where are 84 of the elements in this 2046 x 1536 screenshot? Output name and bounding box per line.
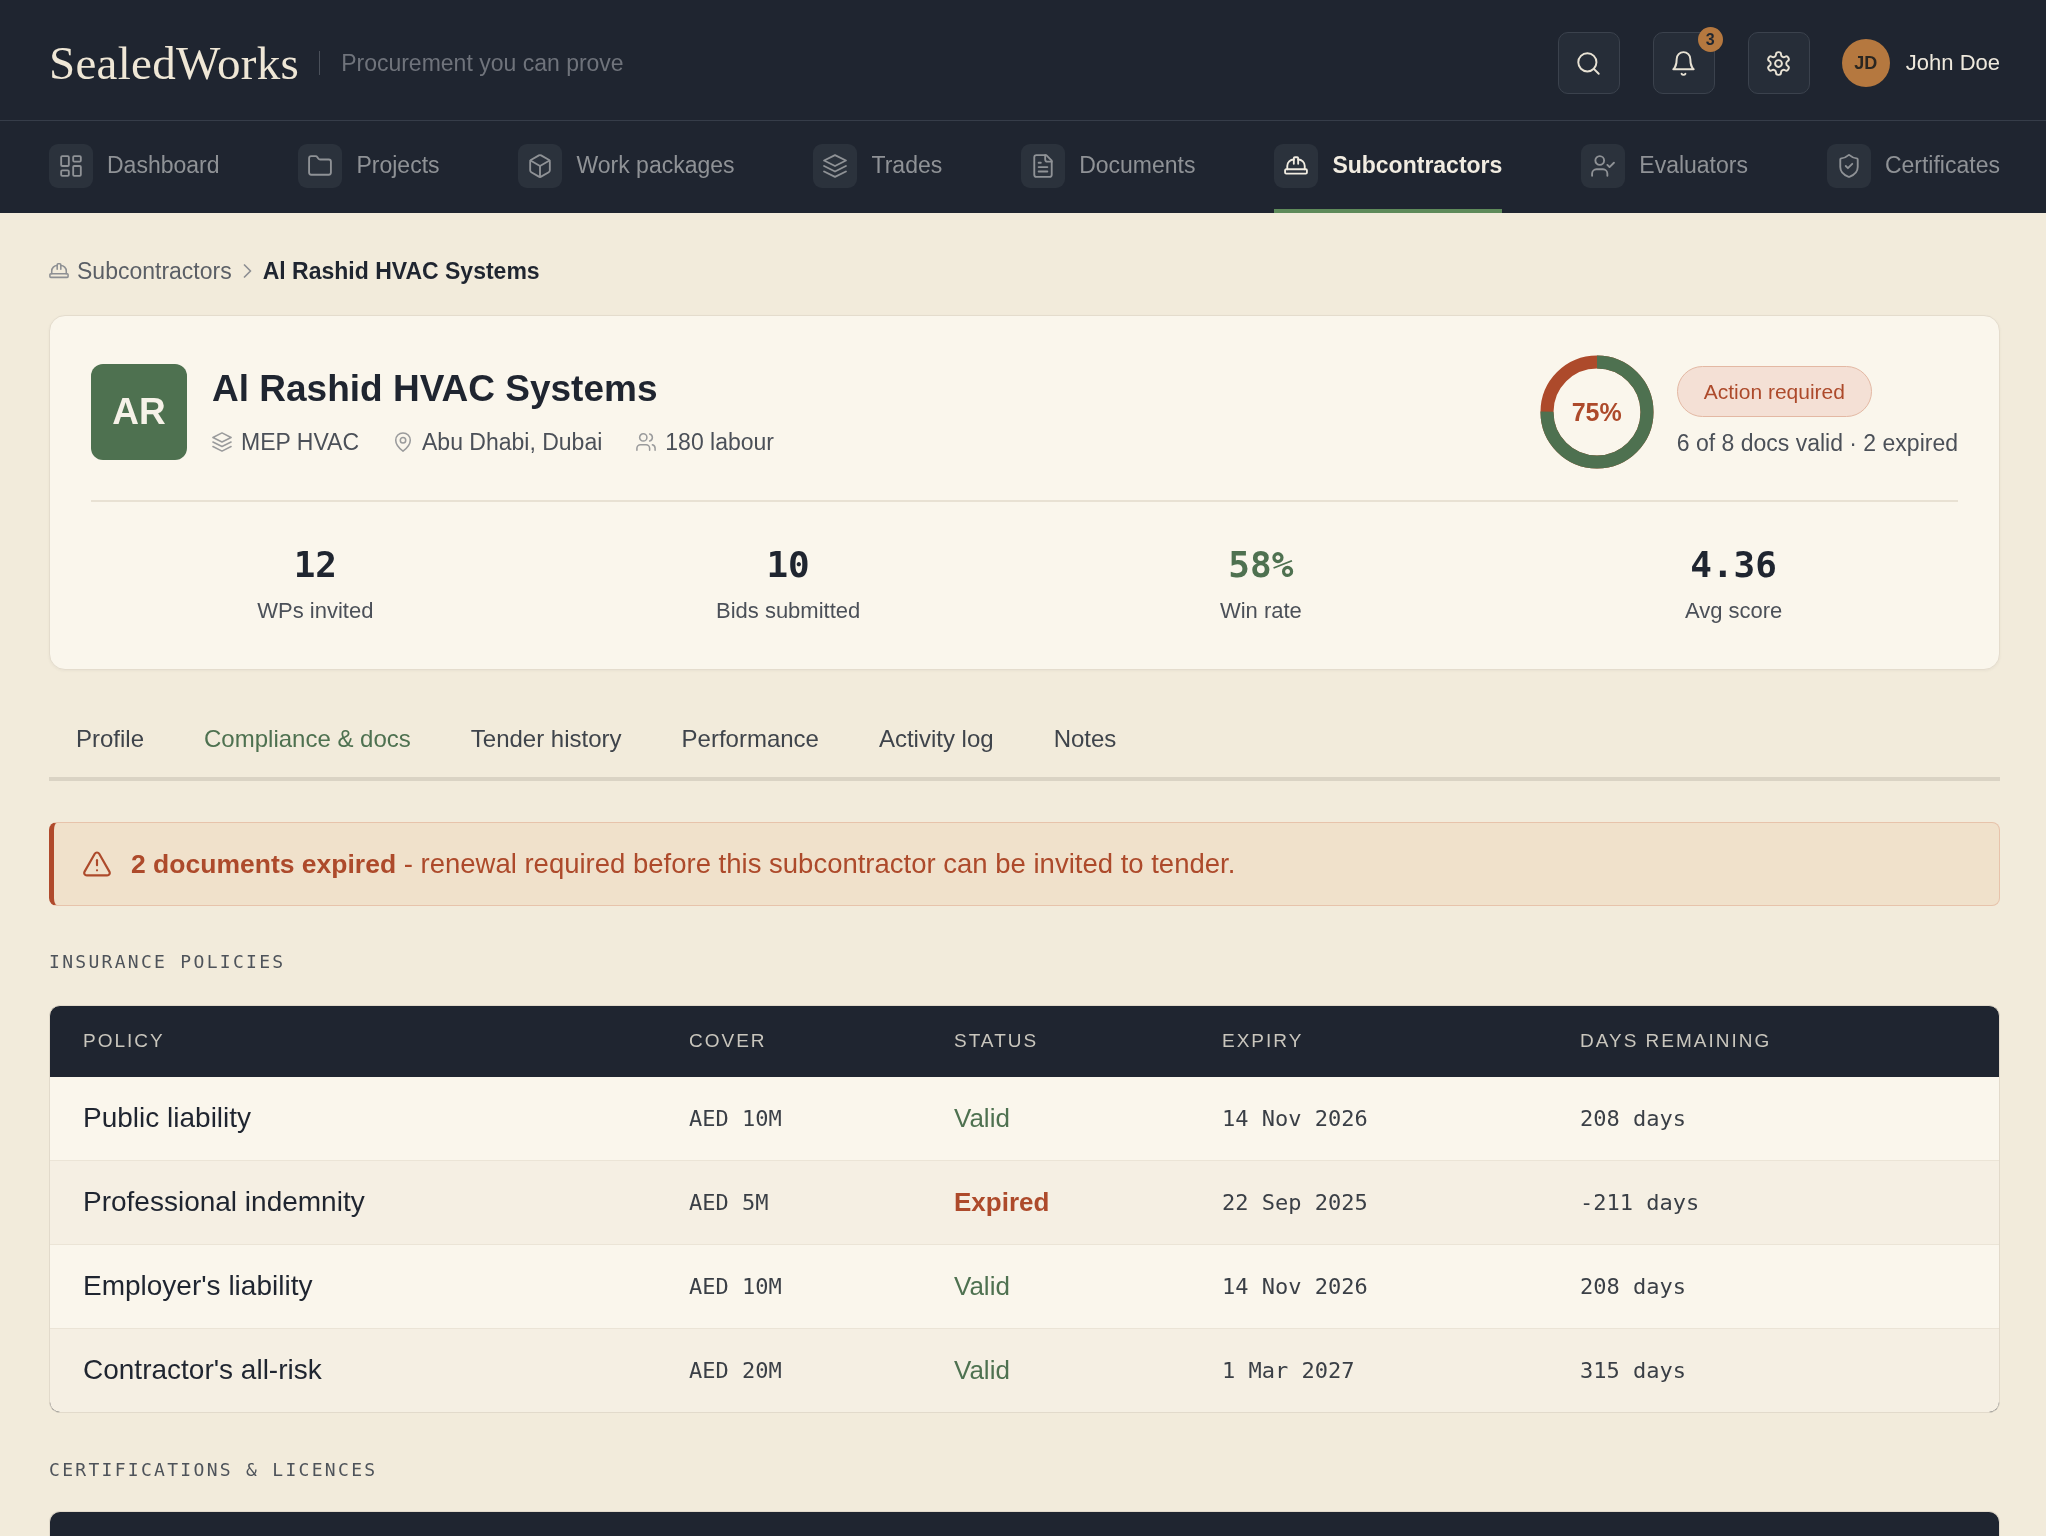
cube-icon — [518, 143, 563, 188]
search-icon — [1576, 50, 1602, 76]
nav-item[interactable]: Work packages — [518, 121, 735, 213]
tab[interactable]: Profile — [49, 709, 175, 777]
nav-item[interactable]: Trades — [813, 121, 943, 213]
tab[interactable]: Tender history — [440, 709, 652, 777]
stat-label: WPs invited — [257, 596, 374, 625]
nav-item[interactable]: Certificates — [1826, 121, 2000, 213]
stat-value: 4.36 — [1690, 542, 1777, 587]
status-label: Expired — [954, 1186, 1051, 1218]
cover-amount: AED 10M — [689, 1273, 783, 1299]
alert-message: 2 documents expired - renewal required before this subcontractor can be invited to tender. — [131, 847, 1236, 880]
policy-name: Professional indemnity — [83, 1186, 366, 1218]
app-tagline: Procurement you can prove — [341, 49, 624, 77]
compliance-percent: 75% — [1571, 397, 1622, 427]
expiry-date: 22 Sep 2025 — [1222, 1189, 1369, 1215]
notification-count: 3 — [1697, 27, 1723, 52]
company-name: Al Rashid HVAC Systems — [212, 367, 659, 411]
users-icon — [636, 432, 657, 452]
days-remaining: 208 days — [1580, 1105, 1687, 1131]
nav-item[interactable]: Documents — [1021, 121, 1196, 213]
warning-icon — [83, 849, 111, 878]
policy-name: Contractor's all-risk — [83, 1354, 323, 1386]
policy-name: Employer's liability — [83, 1270, 314, 1302]
expiry-date: 1 Mar 2027 — [1222, 1357, 1356, 1383]
tab[interactable]: Compliance & docs — [174, 709, 441, 777]
column-header: COVER — [689, 1030, 768, 1052]
column-header: EXPIRY — [1222, 1030, 1305, 1052]
user-check-icon — [1581, 143, 1626, 188]
tab[interactable]: Performance — [651, 709, 849, 777]
tab[interactable]: Activity log — [848, 709, 1024, 777]
days-remaining: 208 days — [1580, 1273, 1687, 1299]
status-label: Valid — [954, 1270, 1011, 1302]
nav-item[interactable]: Dashboard — [49, 121, 220, 213]
hard-hat-icon — [1274, 143, 1319, 188]
policy-name: Public liability — [83, 1102, 253, 1134]
stat-label: Bids submitted — [715, 596, 861, 625]
folder-icon — [298, 143, 343, 188]
column-header: STATUS — [954, 1030, 1040, 1052]
section-title: INSURANCE POLICIES — [49, 949, 287, 974]
stat-value: 58% — [1228, 542, 1294, 587]
cover-amount: AED 5M — [689, 1189, 770, 1215]
document-icon — [1021, 143, 1066, 188]
company-detail: Abu Dhabi, Dubai — [422, 428, 603, 457]
layers-icon — [212, 432, 232, 452]
tab[interactable]: Notes — [1023, 709, 1147, 777]
days-remaining: -211 days — [1580, 1189, 1701, 1215]
app-logo[interactable]: SealedWorks — [49, 36, 300, 90]
cover-amount: AED 20M — [689, 1357, 783, 1383]
company-detail: 180 labour — [665, 428, 774, 457]
breadcrumb-current: Al Rashid HVAC Systems — [262, 257, 540, 285]
stat-label: Win rate — [1219, 596, 1302, 625]
bell-icon — [1671, 50, 1697, 76]
status-label: Valid — [954, 1102, 1011, 1134]
chevron-right-icon — [242, 264, 252, 278]
company-detail: MEP HVAC — [241, 428, 359, 457]
nav-item[interactable]: Subcontractors — [1274, 121, 1503, 213]
days-remaining: 315 days — [1580, 1357, 1687, 1383]
grid-icon — [49, 143, 93, 188]
company-avatar: AR — [91, 364, 187, 460]
stat-label: Avg score — [1684, 596, 1783, 625]
section-title: CERTIFICATIONS & LICENCES — [49, 1457, 379, 1482]
expiry-date: 14 Nov 2026 — [1222, 1273, 1369, 1299]
compliance-summary: 6 of 8 docs valid · 2 expired — [1676, 429, 1958, 458]
breadcrumb-link[interactable]: Subcontractors — [77, 257, 232, 285]
column-header: DAYS REMAINING — [1580, 1030, 1773, 1052]
shield-check-icon — [1826, 143, 1871, 188]
column-header: POLICY — [83, 1030, 166, 1052]
user-avatar[interactable]: JD — [1841, 39, 1890, 87]
stat-value: 12 — [293, 542, 338, 587]
settings-icon — [1766, 50, 1792, 76]
hard-hat-icon — [49, 261, 69, 281]
stat-value: 10 — [766, 542, 810, 587]
status-label: Valid — [954, 1354, 1011, 1386]
nav-item[interactable]: Evaluators — [1581, 121, 1748, 213]
user-name[interactable]: John Doe — [1905, 50, 2000, 76]
settings-button[interactable] — [1747, 32, 1810, 94]
search-button[interactable] — [1557, 32, 1620, 94]
layers-icon — [813, 143, 858, 188]
status-tag: Action required — [1676, 366, 1872, 417]
nav-item[interactable]: Projects — [298, 121, 440, 213]
map-pin-icon — [393, 432, 413, 452]
expiry-date: 14 Nov 2026 — [1222, 1105, 1369, 1131]
cover-amount: AED 10M — [689, 1105, 783, 1131]
